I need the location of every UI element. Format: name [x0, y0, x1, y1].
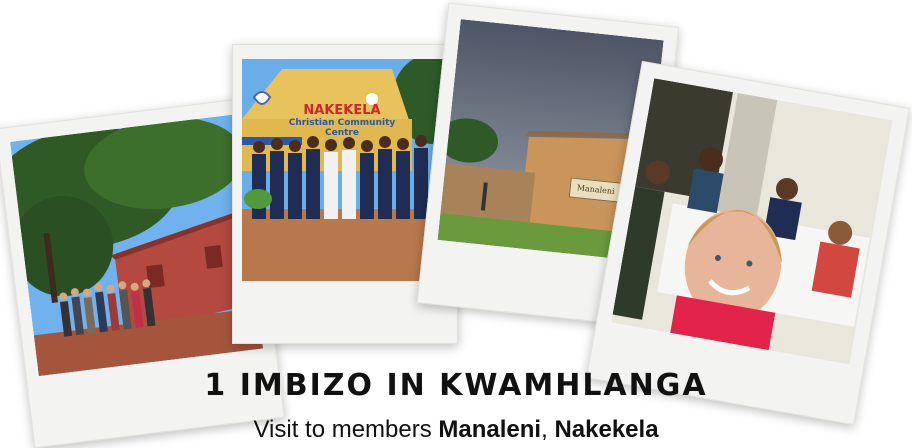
page-title: 1 IMBIZO IN KWAMHLANGA: [204, 368, 708, 403]
subtitle-separator: ,: [541, 416, 555, 443]
member-nakekela: Nakekela: [554, 416, 659, 443]
photo-nakekela-staff: NAKEKELA Christian Community Centre: [242, 59, 448, 281]
photo-meeting-selfie: [611, 78, 893, 365]
subtitle: Visit to members Manaleni, Nakekela: [0, 416, 912, 444]
nakekela-sign-line2: Christian Community Centre: [288, 118, 396, 138]
nakekela-sign: NAKEKELA Christian Community Centre: [282, 103, 402, 138]
nakekela-sign-line1: NAKEKELA: [303, 103, 381, 118]
member-manaleni: Manaleni: [438, 416, 542, 443]
subtitle-prefix: Visit to members: [253, 416, 439, 443]
photo-red-building-group: [10, 114, 264, 377]
